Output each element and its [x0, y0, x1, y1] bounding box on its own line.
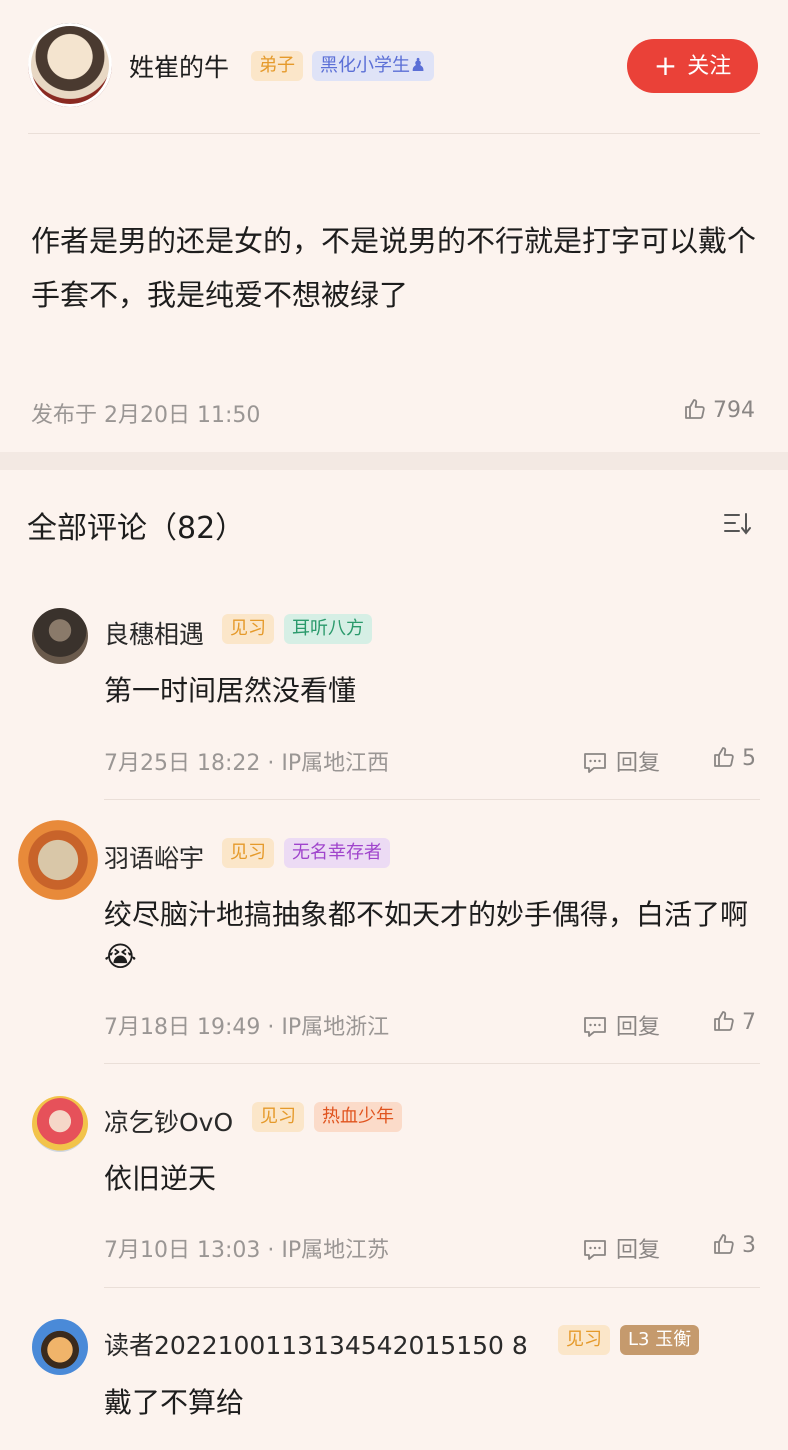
post-publish-time: 发布于 2月20日 11:50 — [31, 403, 261, 428]
section-separator — [0, 452, 788, 470]
plus-icon: + — [653, 49, 678, 82]
comment-bubble-icon — [584, 1240, 606, 1260]
reply-button[interactable]: 回复 — [582, 1232, 660, 1264]
commenter-avatar[interactable] — [32, 1319, 88, 1375]
commenter-avatar[interactable] — [32, 608, 88, 664]
comment-divider — [104, 1063, 760, 1064]
commenter-name[interactable]: 凉乞钞OvO — [104, 1103, 233, 1139]
commenter-badge-title: L3 玉衡 — [620, 1325, 700, 1355]
commenter-avatar[interactable] — [18, 820, 98, 900]
comment-divider — [104, 799, 760, 800]
post-body: 作者是男的还是女的，不是说男的不行就是打字可以戴个手套不，我是纯爱不想被绿了 — [31, 224, 757, 312]
comment-like-button[interactable]: 7 — [712, 1009, 756, 1035]
comment-text: 戴了不算给 — [104, 1386, 245, 1419]
commenter-badge-title: 耳听八方 — [284, 614, 372, 644]
header-divider — [28, 133, 760, 134]
comments-title: 全部评论（82） — [27, 511, 246, 546]
comment-meta: 7月25日 18:22 · IP属地江西 — [104, 751, 390, 776]
thumbs-up-icon — [685, 399, 705, 419]
comment-text: 绞尽脑汁地搞抽象都不如天才的妙手偶得，白活了啊 😭 — [104, 894, 764, 978]
commenter-badge-title: 无名幸存者 — [284, 838, 390, 868]
post-header: 姓崔的牛 弟子 黑化小学生♟ + 关注 — [0, 0, 788, 133]
comment-like-button[interactable]: 5 — [712, 745, 756, 771]
author-badge-title: 黑化小学生♟ — [312, 51, 435, 81]
post-like-count: 794 — [713, 398, 755, 423]
commenter-badge-level: 见习 — [252, 1102, 304, 1132]
thumbs-up-icon — [714, 1011, 734, 1031]
comment-bubble-icon — [584, 1017, 606, 1037]
commenter-badge-level: 见习 — [222, 838, 274, 868]
commenter-badge-level: 见习 — [222, 614, 274, 644]
follow-label: 关注 — [687, 54, 732, 79]
sort-icon[interactable] — [722, 511, 754, 537]
comment-meta: 7月10日 13:03 · IP属地江苏 — [104, 1238, 390, 1263]
commenter-name[interactable]: 羽语峪宇 — [104, 839, 204, 875]
comment-divider — [104, 1287, 760, 1288]
comment-text: 第一时间居然没看懂 — [104, 674, 357, 707]
reply-label: 回复 — [616, 1015, 661, 1040]
comment-text: 依旧逆天 — [104, 1162, 217, 1195]
comment-like-button[interactable]: 3 — [712, 1232, 756, 1258]
reply-label: 回复 — [616, 1238, 661, 1263]
thumbs-up-icon — [714, 1234, 734, 1254]
author-badge-level: 弟子 — [251, 51, 303, 81]
author-avatar[interactable] — [28, 23, 112, 107]
thumbs-up-icon — [714, 747, 734, 767]
crying-emoji: 😭 — [104, 940, 137, 973]
reply-button[interactable]: 回复 — [582, 745, 660, 777]
comment-like-count: 3 — [742, 1233, 756, 1258]
comment-like-count: 5 — [742, 746, 756, 771]
commenter-badge-level: 见习 — [558, 1325, 610, 1355]
comment-bubble-icon — [584, 753, 606, 773]
comment-like-count: 7 — [742, 1010, 756, 1035]
author-name[interactable]: 姓崔的牛 — [129, 48, 229, 84]
reply-label: 回复 — [616, 751, 661, 776]
reply-button[interactable]: 回复 — [582, 1009, 660, 1041]
post-like-button[interactable]: 794 — [683, 397, 755, 423]
comment-meta: 7月18日 19:49 · IP属地浙江 — [104, 1015, 390, 1040]
commenter-name[interactable]: 读者2022100113134542015150 8 — [104, 1326, 528, 1362]
comment-text-body: 绞尽脑汁地搞抽象都不如天才的妙手偶得，白活了啊 — [104, 898, 749, 931]
commenter-badge-title: 热血少年 — [314, 1102, 402, 1132]
commenter-name[interactable]: 良穗相遇 — [104, 615, 204, 651]
commenter-avatar[interactable] — [32, 1096, 88, 1152]
follow-button[interactable]: + 关注 — [627, 39, 758, 93]
